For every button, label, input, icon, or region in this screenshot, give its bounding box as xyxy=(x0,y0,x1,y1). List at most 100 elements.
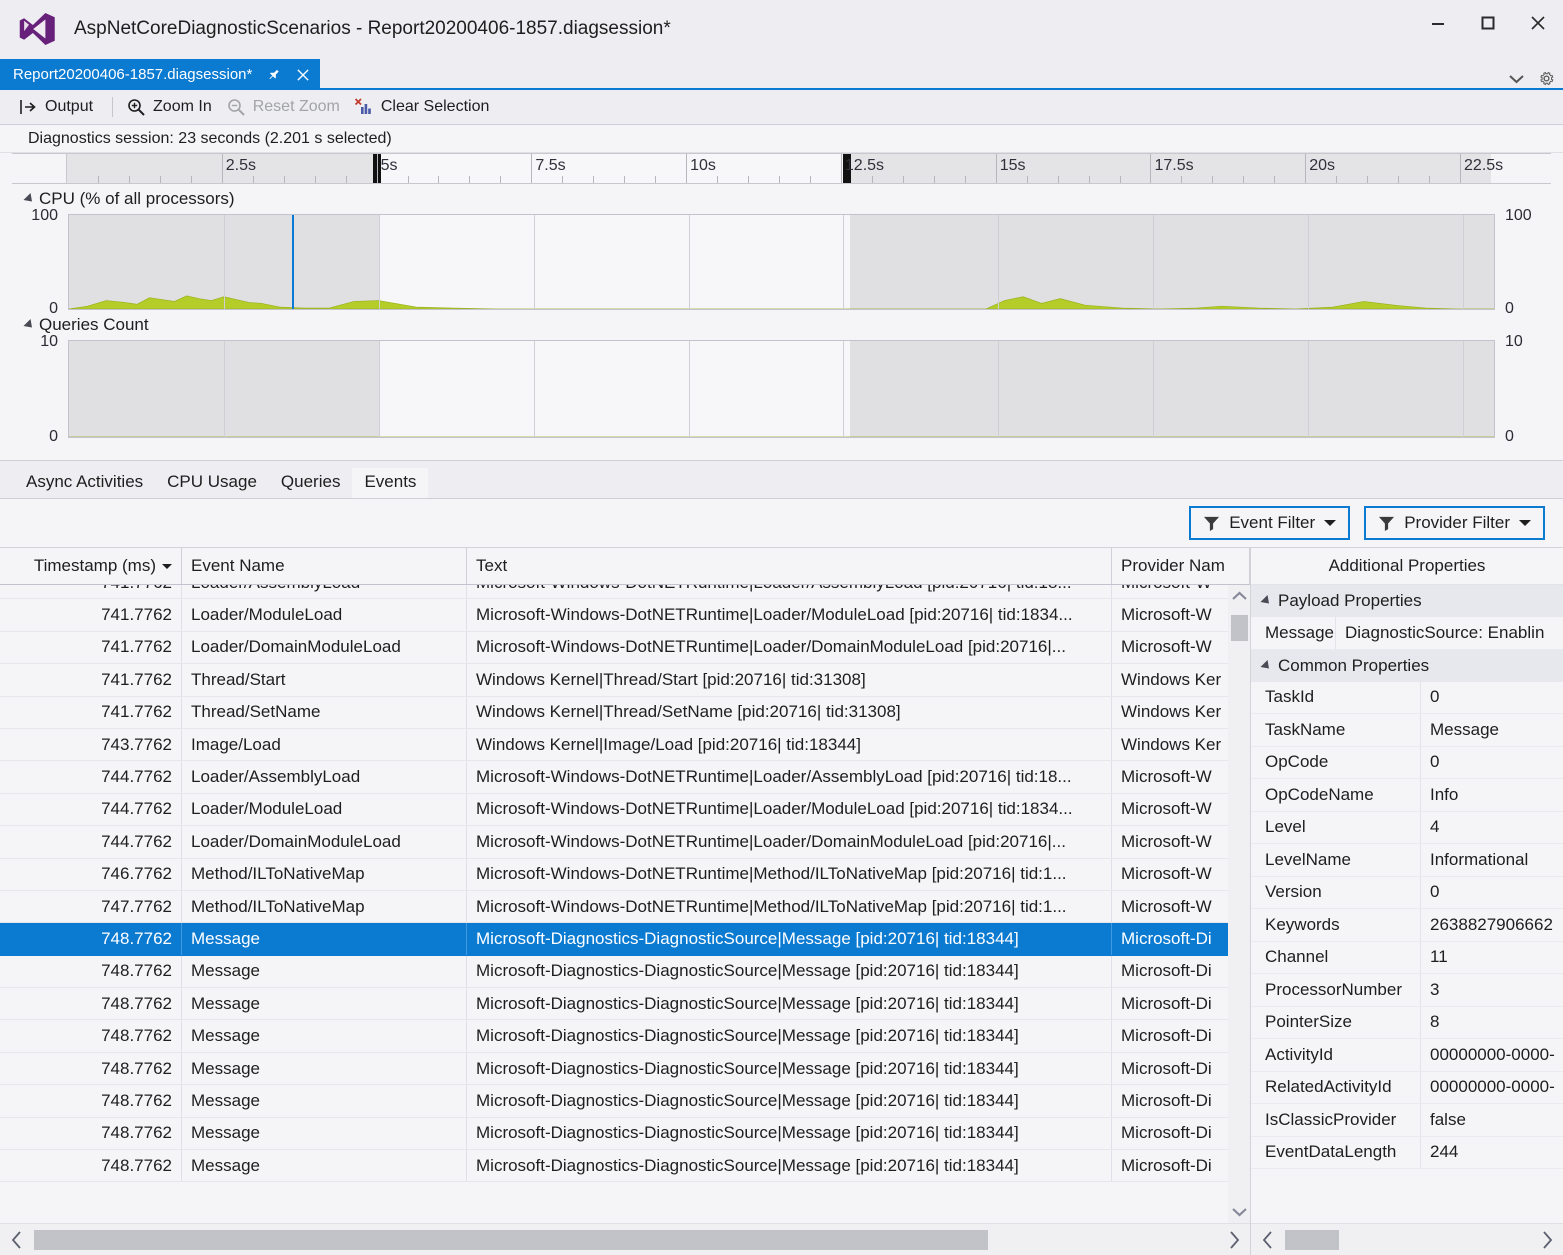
table-row[interactable]: 741.7762Loader/ModuleLoadMicrosoft-Windo… xyxy=(0,599,1250,631)
collapse-triangle-icon[interactable] xyxy=(1260,659,1272,671)
property-row[interactable]: LevelNameInformational xyxy=(1251,844,1563,877)
scroll-right-icon[interactable] xyxy=(1218,1231,1250,1249)
table-row[interactable]: 741.7762Loader/DomainModuleLoadMicrosoft… xyxy=(0,632,1250,664)
additional-properties-title: Additional Properties xyxy=(1251,548,1563,585)
event-filter-button[interactable]: Event Filter xyxy=(1189,506,1350,540)
property-row[interactable]: IsClassicProviderfalse xyxy=(1251,1104,1563,1137)
minimize-button[interactable] xyxy=(1413,0,1463,46)
queries-graph-header[interactable]: Queries Count xyxy=(12,310,1551,340)
property-group-header[interactable]: Payload Properties xyxy=(1251,585,1563,617)
tab-cpu-usage[interactable]: CPU Usage xyxy=(155,468,269,498)
ruler-tick-label: 7.5s xyxy=(531,157,565,175)
ruler-selection-region[interactable] xyxy=(377,154,848,183)
cell-text: Microsoft-Diagnostics-DiagnosticSource|M… xyxy=(467,1118,1112,1149)
property-row[interactable]: ActivityId00000000-0000- xyxy=(1251,1039,1563,1072)
property-value: 0 xyxy=(1421,877,1563,909)
table-row[interactable]: 743.7762Image/LoadWindows Kernel|Image/L… xyxy=(0,729,1250,761)
cpu-graph-row: 100 0 100 0 xyxy=(12,214,1551,310)
table-row[interactable]: 741.7762Thread/StartWindows Kernel|Threa… xyxy=(0,664,1250,696)
plot-current-position-marker[interactable] xyxy=(292,215,294,309)
table-row[interactable]: 748.7762MessageMicrosoft-Diagnostics-Dia… xyxy=(0,1085,1250,1117)
provider-filter-button[interactable]: Provider Filter xyxy=(1364,506,1545,540)
cpu-plot-area[interactable] xyxy=(68,214,1495,310)
property-row[interactable]: Keywords2638827906662 xyxy=(1251,909,1563,942)
table-row[interactable]: 748.7762MessageMicrosoft-Diagnostics-Dia… xyxy=(0,988,1250,1020)
table-row[interactable]: 748.7762MessageMicrosoft-Diagnostics-Dia… xyxy=(0,1053,1250,1085)
table-row[interactable]: 748.7762MessageMicrosoft-Diagnostics-Dia… xyxy=(0,1118,1250,1150)
vscroll-track[interactable] xyxy=(1228,607,1250,1201)
cpu-graph-header[interactable]: CPU (% of all processors) xyxy=(12,184,1551,214)
property-row[interactable]: Version0 xyxy=(1251,877,1563,910)
chevron-down-icon[interactable] xyxy=(1509,74,1524,84)
output-button[interactable]: Output xyxy=(14,93,103,121)
property-row[interactable]: EventDataLength244 xyxy=(1251,1137,1563,1170)
collapse-triangle-icon[interactable] xyxy=(1260,595,1272,607)
timeline-ruler[interactable]: 2.5s5s7.5s10s12.5s15s17.5s20s22.5s xyxy=(12,153,1551,184)
property-row[interactable]: Channel11 xyxy=(1251,942,1563,975)
ruler-tick-minor xyxy=(779,176,780,183)
scroll-left-icon[interactable] xyxy=(0,1231,32,1249)
scroll-up-icon[interactable] xyxy=(1228,585,1250,607)
property-key: PointerSize xyxy=(1251,1007,1421,1039)
cell-text: Microsoft-Diagnostics-DiagnosticSource|M… xyxy=(467,988,1112,1019)
properties-hscroll-track[interactable] xyxy=(1283,1228,1531,1252)
table-row[interactable]: 748.7762MessageMicrosoft-Diagnostics-Dia… xyxy=(0,1020,1250,1052)
table-row[interactable]: 744.7762Loader/ModuleLoadMicrosoft-Windo… xyxy=(0,794,1250,826)
plot-gridline xyxy=(1463,215,1464,309)
ruler-tick-label: 2.5s xyxy=(222,157,256,175)
collapse-triangle-icon[interactable] xyxy=(23,319,35,331)
property-row[interactable]: PointerSize8 xyxy=(1251,1007,1563,1040)
property-row[interactable]: TaskNameMessage xyxy=(1251,714,1563,747)
close-button[interactable] xyxy=(1513,0,1563,46)
property-row[interactable]: TaskId0 xyxy=(1251,682,1563,715)
document-tab-report[interactable]: Report20200406-1857.diagsession* xyxy=(0,59,320,90)
property-row[interactable]: RelatedActivityId00000000-0000- xyxy=(1251,1072,1563,1105)
table-row[interactable]: 748.7762MessageMicrosoft-Diagnostics-Dia… xyxy=(0,923,1250,955)
scroll-left-icon[interactable] xyxy=(1251,1231,1283,1249)
property-row[interactable]: Level4 xyxy=(1251,812,1563,845)
property-row[interactable]: OpCodeNameInfo xyxy=(1251,779,1563,812)
property-key: IsClassicProvider xyxy=(1251,1104,1421,1136)
clear-selection-button[interactable]: Clear Selection xyxy=(350,93,500,121)
table-row[interactable]: 748.7762MessageMicrosoft-Diagnostics-Dia… xyxy=(0,956,1250,988)
properties-hscrollbar[interactable] xyxy=(1251,1223,1563,1255)
tab-events[interactable]: Events xyxy=(352,468,428,498)
hscroll-track[interactable] xyxy=(32,1228,1218,1252)
gear-icon[interactable] xyxy=(1538,70,1555,87)
table-row[interactable]: 747.7762Method/ILToNativeMapMicrosoft-Wi… xyxy=(0,891,1250,923)
ruler-tick-minor xyxy=(1181,176,1182,183)
table-row[interactable]: 741.7762Loader/AssemblyLoadMicrosoft-Win… xyxy=(0,585,1250,599)
maximize-button[interactable] xyxy=(1463,0,1513,46)
property-row[interactable]: MessageDiagnosticSource: Enablin xyxy=(1251,617,1563,650)
table-row[interactable]: 744.7762Loader/AssemblyLoadMicrosoft-Win… xyxy=(0,761,1250,793)
table-row[interactable]: 744.7762Loader/DomainModuleLoadMicrosoft… xyxy=(0,826,1250,858)
property-key: ActivityId xyxy=(1251,1039,1421,1071)
table-row[interactable]: 748.7762MessageMicrosoft-Diagnostics-Dia… xyxy=(0,1150,1250,1182)
table-row[interactable]: 746.7762Method/ILToNativeMapMicrosoft-Wi… xyxy=(0,859,1250,891)
table-row[interactable]: 741.7762Thread/SetNameWindows Kernel|Thr… xyxy=(0,697,1250,729)
property-row[interactable]: ProcessorNumber3 xyxy=(1251,974,1563,1007)
collapse-triangle-icon[interactable] xyxy=(23,193,35,205)
column-header-text[interactable]: Text xyxy=(467,548,1112,584)
column-header-provider-name[interactable]: Provider Nam xyxy=(1112,548,1250,584)
properties-hscroll-thumb[interactable] xyxy=(1285,1230,1339,1250)
pin-icon[interactable] xyxy=(264,65,282,85)
hscroll-thumb[interactable] xyxy=(34,1230,988,1250)
events-grid-vscrollbar[interactable] xyxy=(1228,585,1250,1223)
zoom-in-button[interactable]: Zoom In xyxy=(122,93,222,121)
column-header-timestamp[interactable]: Timestamp (ms) xyxy=(0,548,182,584)
close-icon[interactable] xyxy=(294,65,312,85)
vscroll-thumb[interactable] xyxy=(1231,615,1248,641)
clear-selection-icon xyxy=(354,97,374,117)
scroll-down-icon[interactable] xyxy=(1228,1201,1250,1223)
column-header-event-name[interactable]: Event Name xyxy=(182,548,467,584)
tab-queries[interactable]: Queries xyxy=(269,468,353,498)
property-row[interactable]: OpCode0 xyxy=(1251,747,1563,780)
zoom-in-icon xyxy=(126,97,146,117)
scroll-right-icon[interactable] xyxy=(1531,1231,1563,1249)
queries-plot-area[interactable] xyxy=(68,340,1495,438)
cell-timestamp: 748.7762 xyxy=(0,1085,182,1116)
property-group-header[interactable]: Common Properties xyxy=(1251,650,1563,682)
events-grid-hscrollbar[interactable] xyxy=(0,1223,1250,1255)
tab-async-activities[interactable]: Async Activities xyxy=(14,468,155,498)
